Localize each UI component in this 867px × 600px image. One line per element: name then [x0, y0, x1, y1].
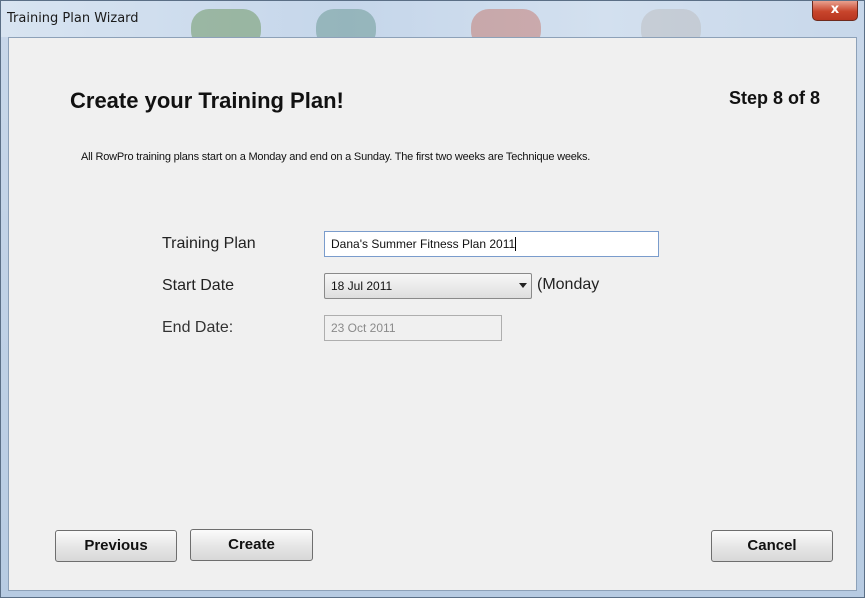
start-day-text: (Monday — [537, 276, 600, 293]
end-date-field: 23 Oct 2011 — [324, 315, 502, 341]
previous-button[interactable]: Previous — [55, 530, 177, 562]
end-date-label: End Date: — [162, 319, 234, 336]
chevron-down-icon[interactable] — [519, 283, 527, 288]
title-decoration — [191, 9, 261, 37]
training-plan-input[interactable]: Dana's Summer Fitness Plan 2011 — [324, 231, 659, 257]
page-title: Create your Training Plan! — [70, 88, 344, 113]
close-button[interactable]: x — [812, 1, 858, 21]
title-bar[interactable]: Training Plan Wizard x — [1, 1, 864, 37]
title-decoration — [471, 9, 541, 37]
step-indicator: Step 8 of 8 — [728, 88, 820, 108]
cancel-button[interactable]: Cancel — [711, 530, 833, 562]
start-date-dropdown[interactable]: 18 Jul 2011 — [324, 273, 532, 299]
end-date-value: 23 Oct 2011 — [331, 321, 396, 335]
close-icon: x — [830, 2, 840, 17]
start-date-label: Start Date — [162, 277, 235, 294]
title-decoration — [316, 9, 376, 37]
wizard-window: Training Plan Wizard x Create your Train… — [0, 0, 865, 598]
window-title: Training Plan Wizard — [7, 11, 139, 26]
info-text: All RowPro training plans start on a Mon… — [81, 151, 591, 163]
create-button[interactable]: Create — [190, 529, 313, 561]
text-caret — [515, 237, 517, 251]
title-decoration — [641, 9, 701, 37]
start-date-value: 18 Jul 2011 — [331, 279, 393, 293]
wizard-body: Create your Training Plan! Step 8 of 8 A… — [8, 37, 857, 591]
training-plan-value: Dana's Summer Fitness Plan 2011 — [331, 237, 516, 251]
training-plan-label: Training Plan — [162, 235, 256, 252]
